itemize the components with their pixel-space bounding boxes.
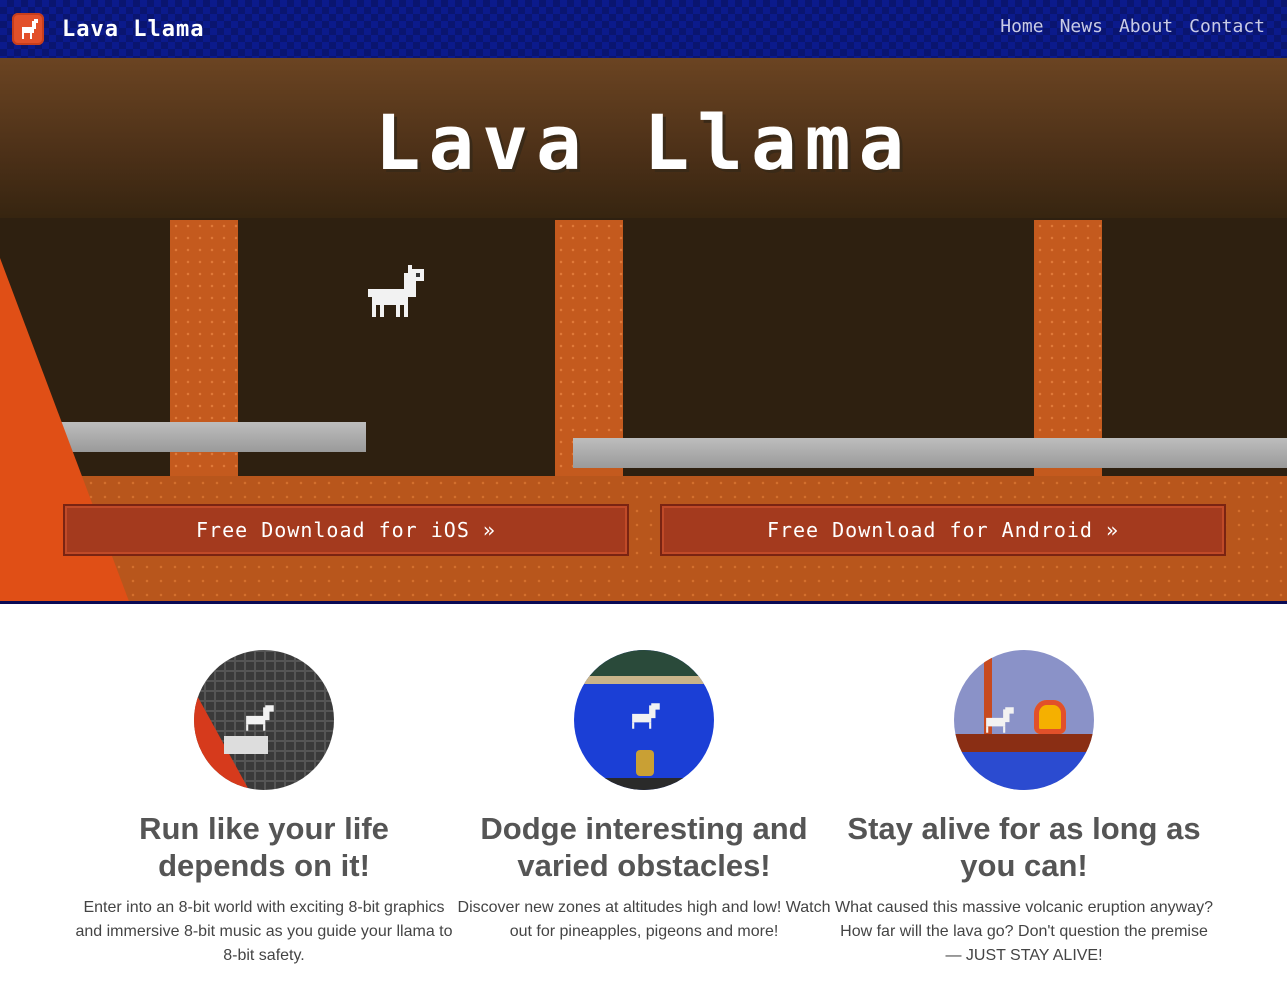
feature-run: Run like your life depends on it! Enter … xyxy=(74,650,454,968)
nav-news[interactable]: News xyxy=(1060,16,1103,37)
feature-dodge: Dodge interesting and varied obstacles! … xyxy=(454,650,834,944)
feature-title: Stay alive for as long as you can! xyxy=(847,811,1201,883)
hero-section: Lava Llama Free Download for iOS » Free … xyxy=(0,58,1287,604)
llama-logo-icon xyxy=(12,13,44,45)
feature-stay-alive: Stay alive for as long as you can! What … xyxy=(834,650,1214,968)
download-ios-button[interactable]: Free Download for iOS » xyxy=(63,504,629,556)
nav-contact[interactable]: Contact xyxy=(1189,16,1265,37)
water-scene-image xyxy=(574,650,714,790)
city-scene-image xyxy=(194,650,334,790)
stone-platform xyxy=(573,438,1287,468)
feature-text: Discover new zones at altitudes high and… xyxy=(457,899,831,940)
download-android-button[interactable]: Free Download for Android » xyxy=(660,504,1226,556)
nav-home[interactable]: Home xyxy=(1000,16,1043,37)
llama-sprite-icon xyxy=(368,264,432,322)
nav-about[interactable]: About xyxy=(1119,16,1173,37)
bridge-scene-image xyxy=(954,650,1094,790)
brand-link[interactable]: Lava Llama xyxy=(12,13,204,45)
navbar: Lava Llama Home News About Contact xyxy=(0,0,1287,58)
feature-text: What caused this massive volcanic erupti… xyxy=(835,899,1213,964)
hero-title: Lava Llama xyxy=(374,98,913,187)
feature-text: Enter into an 8-bit world with exciting … xyxy=(75,899,453,964)
nav-menu: Home News About Contact xyxy=(1000,16,1265,37)
feature-title: Run like your life depends on it! xyxy=(139,811,389,883)
feature-title: Dodge interesting and varied obstacles! xyxy=(480,811,808,883)
brand-name: Lava Llama xyxy=(62,16,205,42)
